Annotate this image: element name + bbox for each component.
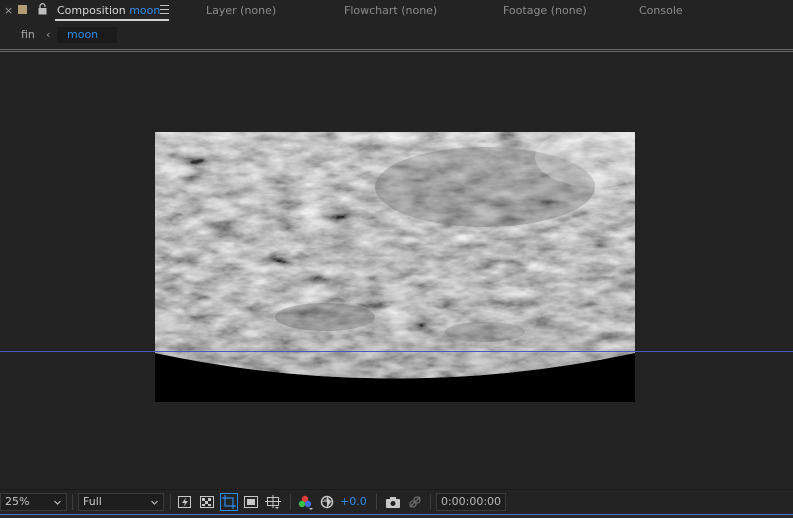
panel-tab-bar: × Composition moon Layer (none) Flowchar… [0, 0, 793, 21]
resolution-dropdown[interactable]: Full [78, 493, 164, 511]
fast-previews-icon[interactable] [177, 494, 193, 510]
breadcrumb-moon[interactable]: moon [57, 27, 117, 43]
close-panel-icon[interactable]: × [4, 0, 13, 21]
resolution-value: Full [83, 495, 102, 508]
snapshot-icon[interactable] [385, 494, 401, 510]
toolbar-separator [72, 494, 73, 510]
viewer-toolbar: 25% Full +0.0 0:00:00:00 [0, 489, 793, 514]
tab-composition[interactable]: Composition moon [57, 0, 160, 21]
moon-surface-image [155, 132, 635, 402]
composition-panel: × Composition moon Layer (none) Flowchar… [0, 0, 793, 518]
toolbar-separator [376, 494, 377, 510]
panel-bottom-edge [0, 514, 793, 518]
magnification-value: 25% [5, 495, 30, 508]
guide-line[interactable] [0, 351, 793, 352]
magnification-dropdown[interactable]: 25% [0, 493, 67, 511]
grid-guides-icon[interactable] [265, 494, 281, 510]
breadcrumb-arrow-icon: ‹ [46, 28, 51, 41]
panel-divider [0, 49, 793, 52]
label-color-swatch[interactable] [18, 5, 27, 14]
toolbar-separator [170, 494, 171, 510]
tab-console[interactable]: Console [639, 0, 683, 21]
toolbar-separator [430, 494, 431, 510]
toolbar-separator [290, 494, 291, 510]
breadcrumb-fin[interactable]: fin [21, 24, 35, 46]
exposure-value[interactable]: +0.0 [340, 493, 367, 511]
tab-layer[interactable]: Layer (none) [206, 0, 276, 21]
chevron-down-icon [54, 500, 61, 505]
chevron-down-icon [151, 500, 158, 505]
mask-visibility-icon[interactable] [243, 494, 259, 510]
tab-composition-label: Composition [57, 4, 126, 17]
show-channel-icon[interactable] [297, 494, 313, 510]
lock-icon[interactable] [38, 3, 47, 15]
transparency-grid-icon[interactable] [199, 494, 215, 510]
current-time-display[interactable]: 0:00:00:00 [436, 493, 506, 511]
panel-menu-icon[interactable] [160, 5, 169, 14]
composition-frame[interactable] [155, 132, 635, 402]
active-tab-indicator [55, 19, 169, 21]
composition-navigator: fin ‹ moon [0, 24, 793, 46]
region-of-interest-icon[interactable] [220, 493, 238, 511]
show-snapshot-icon[interactable] [407, 494, 423, 510]
tab-composition-name: moon [129, 4, 161, 17]
tab-footage[interactable]: Footage (none) [503, 0, 587, 21]
tab-flowchart[interactable]: Flowchart (none) [344, 0, 437, 21]
reset-exposure-icon[interactable] [319, 494, 335, 510]
